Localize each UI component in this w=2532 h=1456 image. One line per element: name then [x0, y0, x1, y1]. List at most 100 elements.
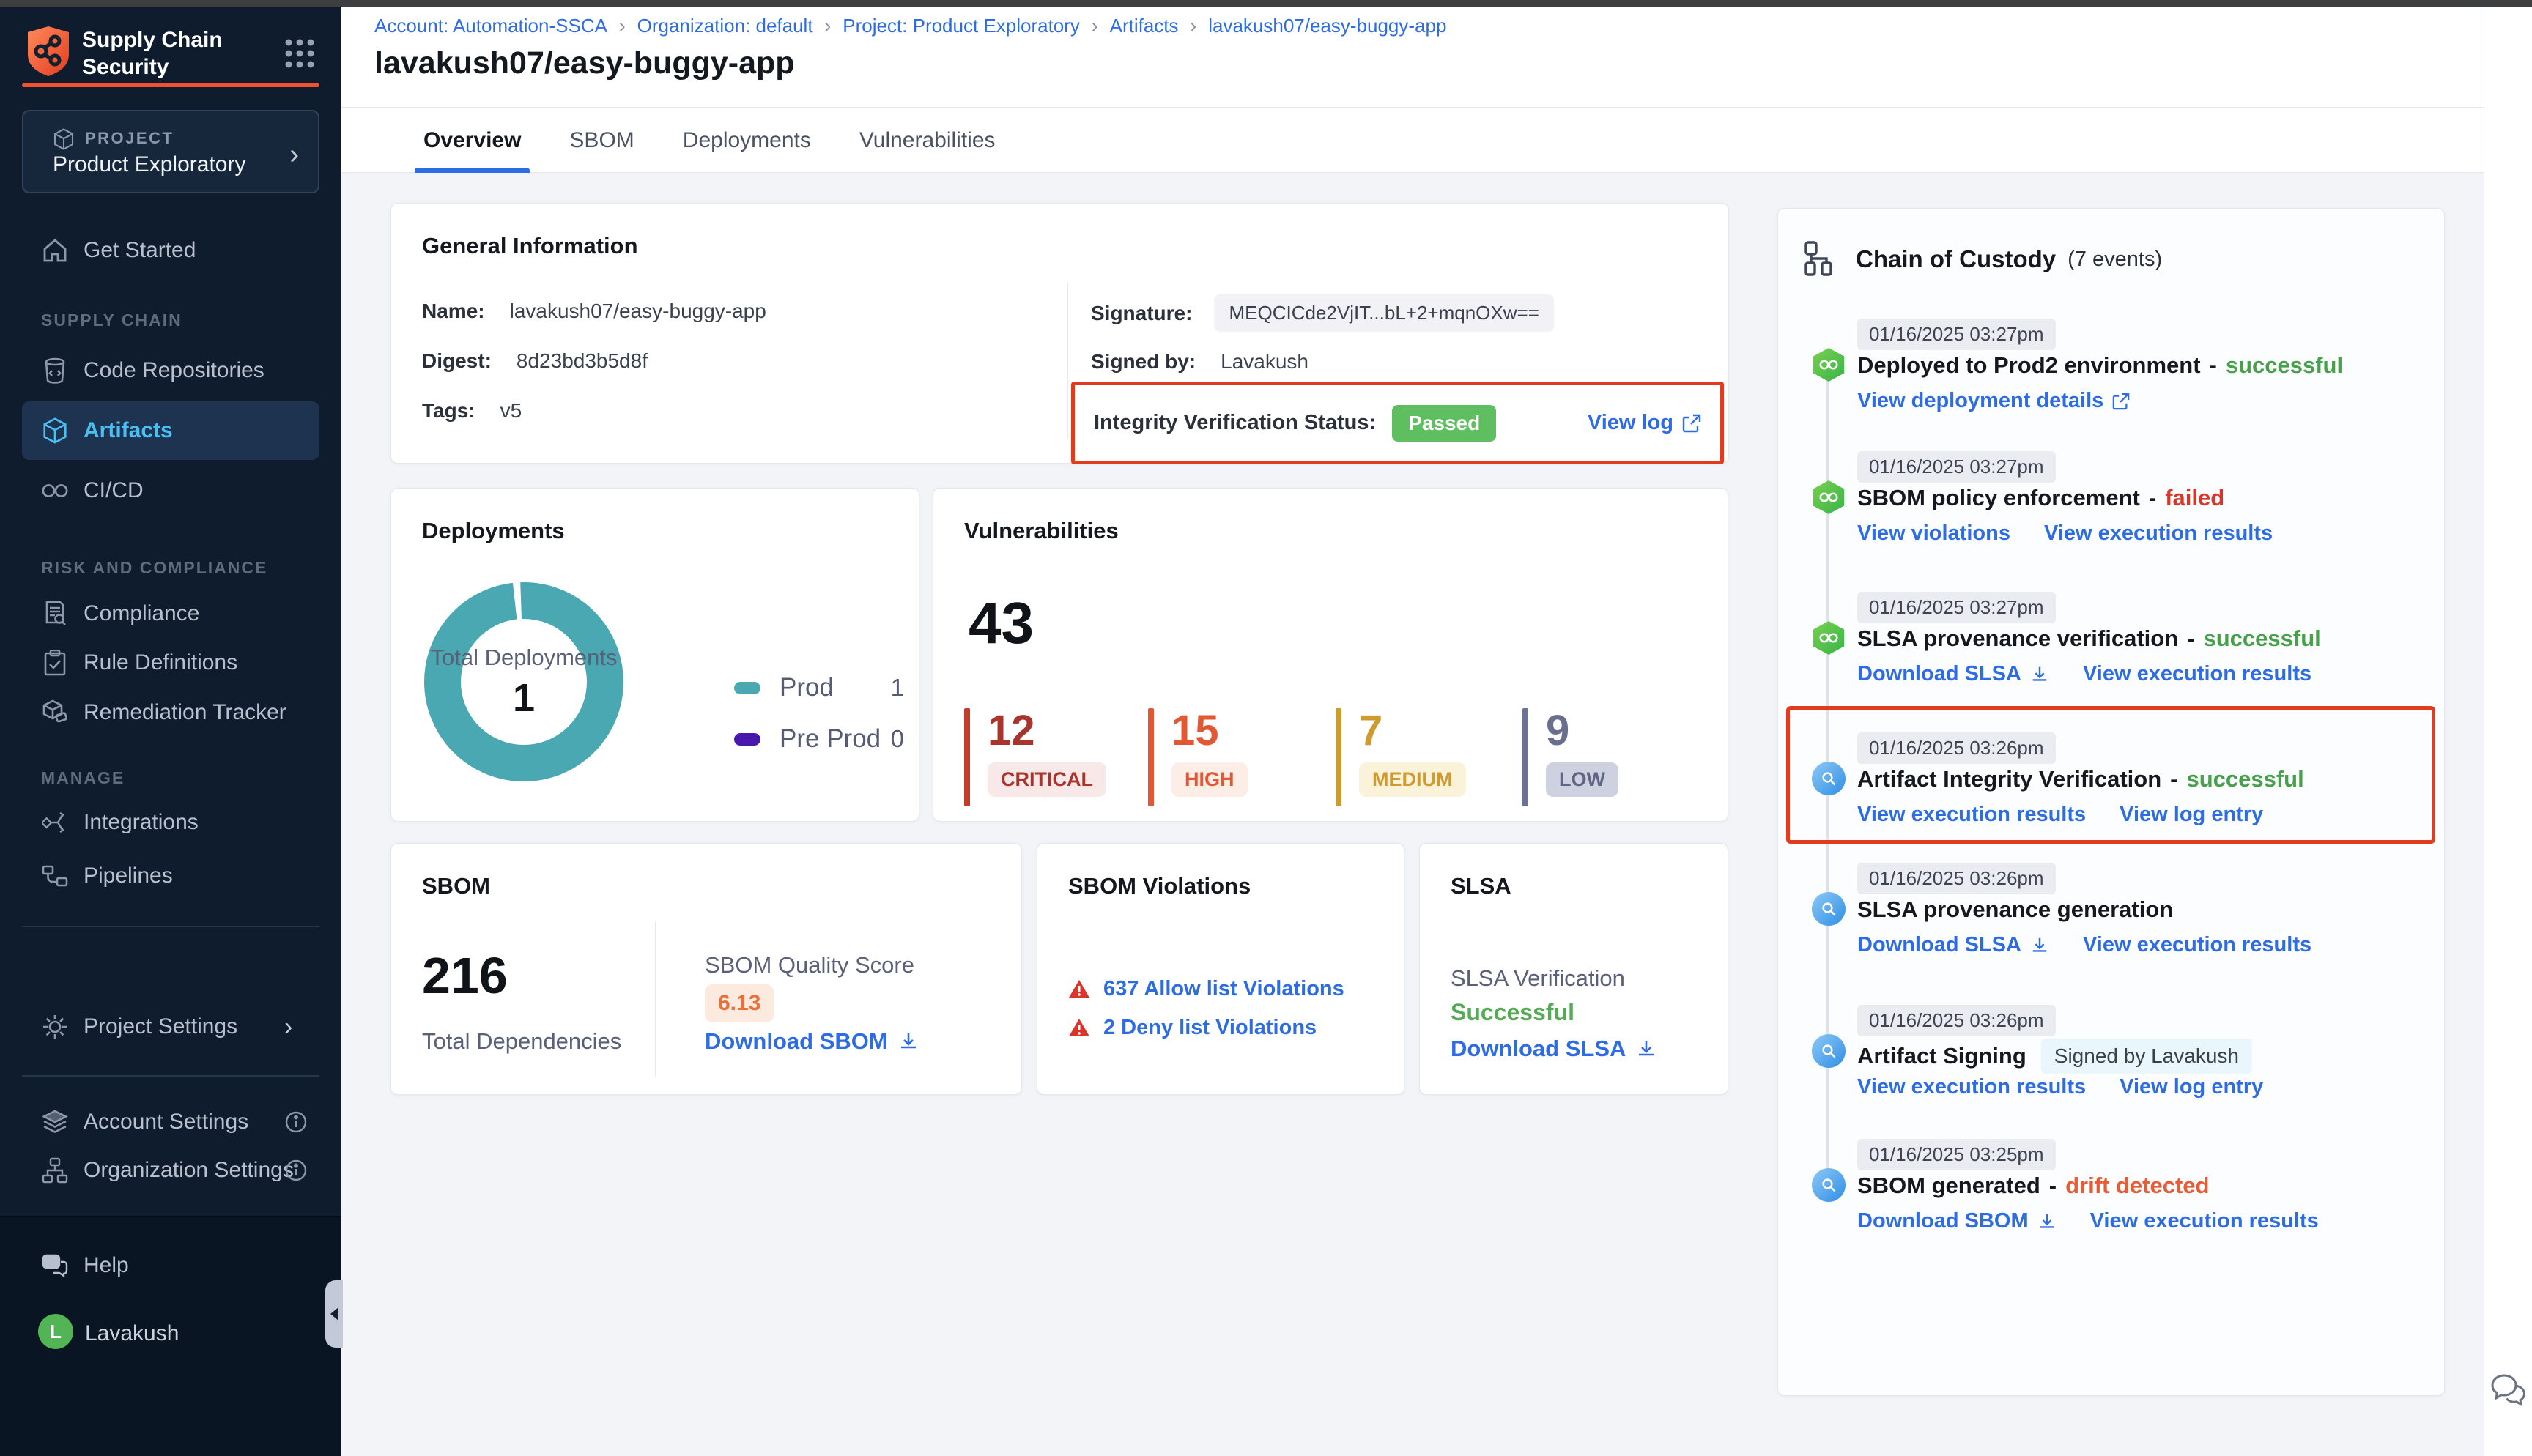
project-cube-icon — [53, 127, 75, 151]
sidebar-item-account-settings[interactable]: Account Settings — [0, 1098, 341, 1146]
card-title: SLSA — [1451, 873, 1511, 899]
breadcrumb-separator: › — [619, 15, 626, 37]
sidebar-item-organization-settings[interactable]: Organization Settings — [0, 1146, 341, 1195]
user-name[interactable]: Lavakush — [85, 1321, 179, 1346]
sidebar-item-artifacts[interactable]: Artifacts — [22, 401, 319, 460]
view-execution-results-link[interactable]: View execution results — [2083, 662, 2311, 686]
download-sbom-link[interactable]: Download SBOM — [1857, 1209, 2057, 1233]
module-grid-icon[interactable] — [284, 38, 315, 69]
breadcrumb-account[interactable]: Account: Automation-SSCA — [374, 15, 607, 37]
event-timestamp: 01/16/2025 03:27pm — [1857, 592, 2056, 623]
view-execution-results-link[interactable]: View execution results — [2044, 521, 2273, 546]
deny-list-violations-link[interactable]: 2 Deny list Violations — [1068, 1016, 1317, 1040]
event-timestamp: 01/16/2025 03:27pm — [1857, 451, 2056, 483]
sidebar-collapse-handle[interactable] — [325, 1280, 343, 1348]
breadcrumb-separator: › — [1092, 15, 1098, 37]
event-title: Artifact Integrity Verification — [1857, 766, 2161, 792]
download-icon — [2030, 936, 2049, 955]
tab-deployments[interactable]: Deployments — [683, 108, 811, 173]
sidebar-item-pipelines[interactable]: Pipelines — [0, 852, 341, 900]
deployments-card: Deployments Total Deployments 1 Prod 1 P… — [390, 488, 919, 822]
event-title: Artifact Signing — [1857, 1043, 2026, 1069]
layers-icon — [41, 1110, 69, 1134]
allow-list-violations-link[interactable]: 637 Allow list Violations — [1068, 977, 1344, 1001]
view-log-entry-link[interactable]: View log entry — [2120, 1075, 2263, 1099]
brand-accent-divider — [22, 83, 319, 87]
section-label-risk-compliance: RISK AND COMPLIANCE — [41, 558, 319, 578]
name-row: Name: lavakush07/easy-buggy-app — [422, 300, 766, 323]
sidebar-item-integrations[interactable]: Integrations — [0, 798, 341, 847]
vertical-divider — [1067, 283, 1068, 439]
severity-medium: 7 MEDIUM — [1336, 708, 1466, 806]
severity-bar — [1336, 708, 1341, 806]
tab-overview[interactable]: Overview — [423, 108, 521, 173]
sidebar-item-code-repositories[interactable]: Code Repositories — [0, 346, 341, 395]
breadcrumb-artifact-name[interactable]: lavakush07/easy-buggy-app — [1208, 15, 1446, 37]
project-selector[interactable]: PROJECT Product Exploratory › — [22, 110, 319, 193]
download-sbom-link[interactable]: Download SBOM — [705, 1028, 919, 1055]
breadcrumb-separator: › — [1191, 15, 1197, 37]
sbom-quality-score: 6.13 — [705, 984, 774, 1022]
tab-sbom[interactable]: SBOM — [569, 108, 634, 173]
clipboard-check-icon — [41, 650, 69, 676]
event-title: SBOM generated — [1857, 1173, 2040, 1199]
pipeline-event-icon — [1812, 480, 1846, 514]
download-icon — [2037, 1212, 2057, 1231]
severity-bar — [964, 708, 970, 806]
event-timestamp: 01/16/2025 03:26pm — [1857, 1005, 2056, 1036]
sidebar-item-remediation-tracker[interactable]: Remediation Tracker — [0, 688, 341, 737]
help-chat-bubble-icon[interactable] — [2490, 1371, 2528, 1408]
sbom-total: 216 — [422, 946, 508, 1005]
sbom-card: SBOM 216 Total Dependencies SBOM Quality… — [390, 843, 1022, 1095]
user-avatar[interactable]: L — [38, 1314, 73, 1349]
view-log-link[interactable]: View log — [1588, 411, 1701, 435]
view-deployment-details-link[interactable]: View deployment details — [1857, 389, 2130, 413]
sidebar-item-ci-cd[interactable]: CI/CD — [0, 467, 341, 515]
view-execution-results-link[interactable]: View execution results — [2083, 933, 2311, 957]
chevron-right-icon: › — [284, 1013, 292, 1041]
chain-of-custody-count: (7 events) — [2068, 248, 2162, 272]
card-title: SBOM Violations — [1068, 873, 1251, 899]
view-violations-link[interactable]: View violations — [1857, 521, 2010, 546]
view-execution-results-link[interactable]: View execution results — [1857, 803, 2086, 827]
home-icon — [41, 237, 69, 264]
infinity-icon — [41, 481, 69, 500]
warning-triangle-icon — [1068, 979, 1090, 999]
slsa-status: Successful — [1451, 999, 1574, 1026]
tab-vulnerabilities[interactable]: Vulnerabilities — [859, 108, 996, 173]
sidebar-item-compliance[interactable]: Compliance — [0, 590, 341, 638]
severity-high: 15 HIGH — [1148, 708, 1248, 806]
app-title: Supply Chain Security — [82, 26, 223, 81]
view-log-entry-link[interactable]: View log entry — [2120, 803, 2263, 827]
pre-prod-swatch-icon — [734, 733, 760, 746]
external-link-icon — [1682, 414, 1701, 433]
sidebar-item-help[interactable]: ? Help — [0, 1241, 341, 1290]
page-title: lavakush07/easy-buggy-app — [374, 45, 795, 81]
integrations-icon — [41, 810, 69, 835]
view-execution-results-link[interactable]: View execution results — [2090, 1209, 2319, 1233]
chevron-right-icon: › — [289, 139, 299, 171]
breadcrumb: Account: Automation-SSCA › Organization: … — [374, 15, 1446, 37]
vertical-divider — [655, 921, 656, 1077]
breadcrumb-artifacts[interactable]: Artifacts — [1110, 15, 1179, 37]
digest-row: Digest: 8d23bd3b5d8f — [422, 349, 648, 373]
sidebar-item-project-settings[interactable]: Project Settings › — [0, 1003, 341, 1051]
breadcrumb-project[interactable]: Project: Product Exploratory — [843, 15, 1080, 37]
collapse-arrow-icon — [330, 1307, 338, 1321]
sidebar-item-rule-definitions[interactable]: Rule Definitions — [0, 639, 341, 687]
sbom-quality-label: SBOM Quality Score — [705, 952, 914, 978]
signature-value: MEQCICde2VjIT...bL+2+mqnOXw== — [1214, 294, 1553, 332]
download-slsa-link[interactable]: Download SLSA — [1451, 1036, 1656, 1062]
sidebar-item-get-started[interactable]: Get Started — [0, 226, 341, 275]
vulnerabilities-total: 43 — [969, 590, 1034, 657]
pipelines-icon — [41, 864, 69, 888]
signature-row: Signature: MEQCICde2VjIT...bL+2+mqnOXw==… — [1091, 294, 1699, 332]
project-name: Product Exploratory — [53, 152, 245, 177]
event-timestamp: 01/16/2025 03:25pm — [1857, 1139, 2056, 1170]
download-slsa-link[interactable]: Download SLSA — [1857, 662, 2049, 686]
download-slsa-link[interactable]: Download SLSA — [1857, 933, 2049, 957]
view-execution-results-link[interactable]: View execution results — [1857, 1075, 2086, 1099]
breadcrumb-organization[interactable]: Organization: default — [637, 15, 813, 37]
external-link-icon — [2112, 393, 2130, 410]
card-title: Deployments — [422, 518, 565, 544]
